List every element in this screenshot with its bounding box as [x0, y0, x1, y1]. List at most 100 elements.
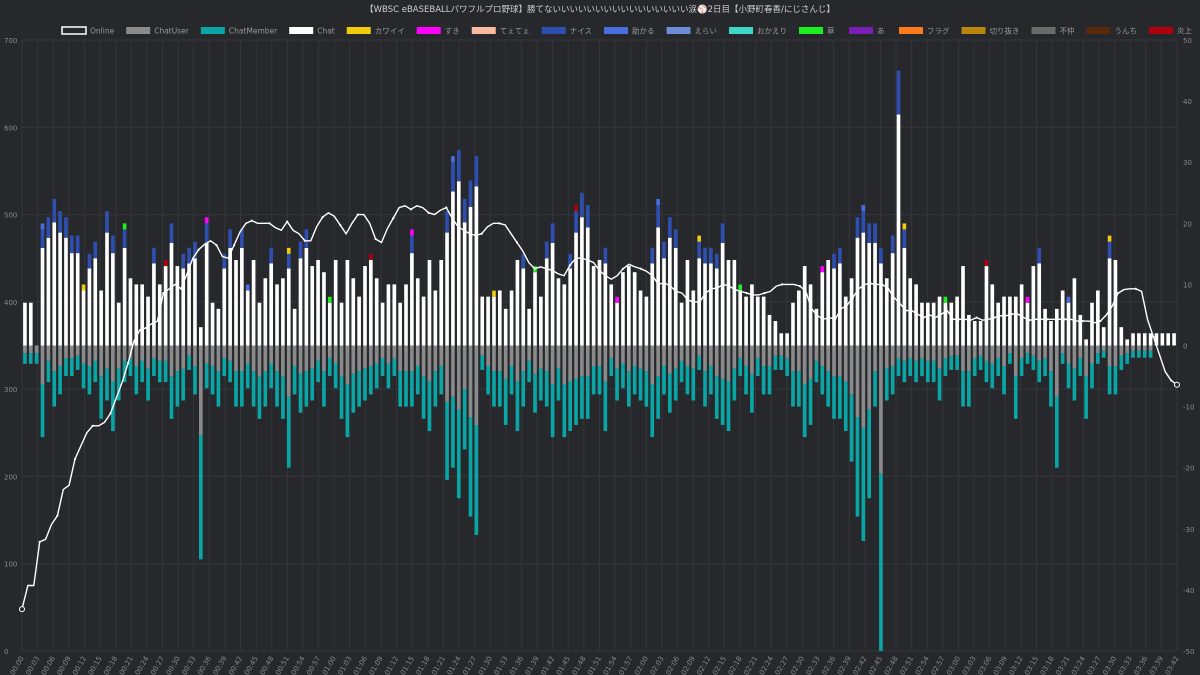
x-tick-36: 01:48 — [571, 655, 588, 675]
chatmember-bar-33 — [216, 371, 221, 407]
chatuser-bar-65 — [404, 345, 408, 372]
legend-swatch-7 — [541, 27, 566, 34]
chatuser-bar-107 — [650, 345, 655, 384]
online-point-30 — [197, 248, 200, 251]
chart-title: 【WBSC eBASEBALLパワフルプロ野球】勝てないいいいいいいいいいいいい… — [365, 4, 835, 15]
chat-bar-25 — [169, 242, 174, 346]
x-tick-68: 03:24 — [1070, 655, 1087, 675]
chat-bar-65 — [404, 284, 408, 346]
chatmember-bar-168 — [1008, 353, 1012, 364]
x-tick-67: 03:21 — [1054, 655, 1071, 675]
chatmember-bar-73 — [451, 396, 455, 468]
chatmember-bar-64 — [398, 371, 402, 407]
chat-bar-159 — [955, 296, 959, 346]
chatuser-bar-17 — [122, 345, 127, 361]
chatmember-bar-6 — [58, 366, 62, 395]
chatmember-bar-98 — [597, 366, 602, 395]
chatuser-bar-45 — [286, 345, 291, 397]
online-point-51 — [321, 216, 324, 219]
x-tick-10: 00:30 — [165, 655, 182, 675]
chatmember-bar-111 — [673, 368, 678, 401]
chatmember-bar-89 — [544, 371, 549, 407]
chatuser-bar-77 — [474, 345, 479, 426]
nice-bar-146 — [879, 247, 883, 264]
chatuser-bar-87 — [533, 345, 537, 374]
x-tick-44: 02:12 — [695, 655, 712, 675]
chatuser-bar-1 — [28, 345, 33, 354]
chatuser-bar-178 — [1066, 345, 1071, 364]
chat-bar-160 — [961, 266, 965, 346]
chatuser-bar-151 — [908, 345, 913, 359]
chatmember-bar-40 — [257, 376, 262, 419]
chatuser-bar-104 — [632, 345, 637, 367]
chatmember-bar-156 — [937, 368, 942, 401]
chatuser-bar-171 — [1025, 345, 1030, 354]
x-tick-71: 03:33 — [1117, 655, 1134, 675]
chat-bar-77 — [474, 186, 479, 346]
chatuser-bar-42 — [269, 345, 273, 364]
nice-bar-66 — [410, 235, 414, 254]
extra-bar-73 — [451, 156, 455, 163]
x-tick-5: 00:15 — [87, 655, 104, 675]
chatuser-bar-84 — [515, 345, 520, 382]
chatmember-bar-7 — [64, 358, 68, 377]
nice-bar-7 — [64, 217, 68, 238]
x-tick-7: 00:21 — [118, 655, 135, 675]
x-tick-74: 03:42 — [1164, 655, 1181, 675]
chat-bar-122 — [738, 290, 743, 346]
chat-bar-102 — [621, 272, 625, 346]
online-point-87 — [533, 267, 536, 270]
chatmember-bar-142 — [855, 417, 860, 517]
extra-bar-157 — [943, 296, 948, 303]
chat-bar-14 — [105, 232, 109, 346]
chatmember-bar-173 — [1037, 360, 1042, 383]
legend-swatch-11 — [799, 27, 824, 34]
chatmember-bar-28 — [187, 355, 191, 370]
chat-bar-20 — [140, 284, 145, 346]
chatuser-bar-108 — [656, 345, 660, 377]
nice-bar-139 — [838, 247, 842, 264]
online-point-21 — [144, 326, 147, 330]
chatmember-bar-5 — [52, 371, 57, 407]
chat-bar-106 — [644, 296, 649, 346]
x-tick-6: 00:18 — [102, 655, 119, 675]
chatuser-bar-74 — [456, 345, 461, 410]
chatuser-bar-98 — [597, 345, 602, 367]
chatmember-bar-108 — [656, 376, 660, 419]
legend-swatch-10 — [729, 27, 754, 34]
nice-bar-47 — [298, 241, 303, 259]
online-point-45 — [286, 220, 289, 223]
chatmember-bar-8 — [70, 358, 74, 377]
chat-bar-9 — [75, 253, 80, 346]
chat-bar-30 — [199, 327, 203, 346]
x-tick-52: 02:36 — [820, 655, 837, 675]
chat-bar-97 — [591, 266, 596, 346]
chatmember-bar-19 — [134, 366, 139, 395]
chatuser-bar-160 — [961, 345, 965, 372]
chatuser-bar-177 — [1060, 345, 1065, 354]
chat-bar-82 — [503, 308, 508, 346]
chatmember-bar-132 — [797, 371, 801, 407]
chatmember-bar-92 — [562, 383, 567, 438]
chatmember-bar-162 — [972, 358, 977, 377]
chatmember-bar-153 — [920, 358, 924, 377]
chat-bar-136 — [820, 272, 825, 346]
nice-bar-95 — [580, 192, 584, 218]
online-point-72 — [445, 206, 448, 209]
chatuser-bar-145 — [873, 345, 877, 372]
x-tick-19: 00:57 — [305, 655, 322, 675]
chatmember-bar-29 — [193, 366, 197, 395]
chat-bar-49 — [310, 266, 315, 346]
x-tick-28: 01:24 — [446, 655, 463, 675]
right-axis: -50 -40 -30 -20 -10 0 10 20 30 40 50 — [1183, 37, 1194, 656]
chatmember-bar-143 — [861, 427, 866, 542]
right-tick-7: 20 — [1183, 220, 1192, 228]
chatmember-bar-120 — [726, 381, 731, 432]
nice-bar-74 — [456, 149, 461, 182]
chatmember-bar-51 — [322, 371, 326, 407]
chat-bar-91 — [556, 278, 561, 346]
chat-bar-168 — [1008, 296, 1012, 346]
chat-bar-93 — [568, 268, 573, 346]
chat-bar-132 — [797, 290, 801, 346]
right-tick-10: 50 — [1183, 37, 1192, 45]
